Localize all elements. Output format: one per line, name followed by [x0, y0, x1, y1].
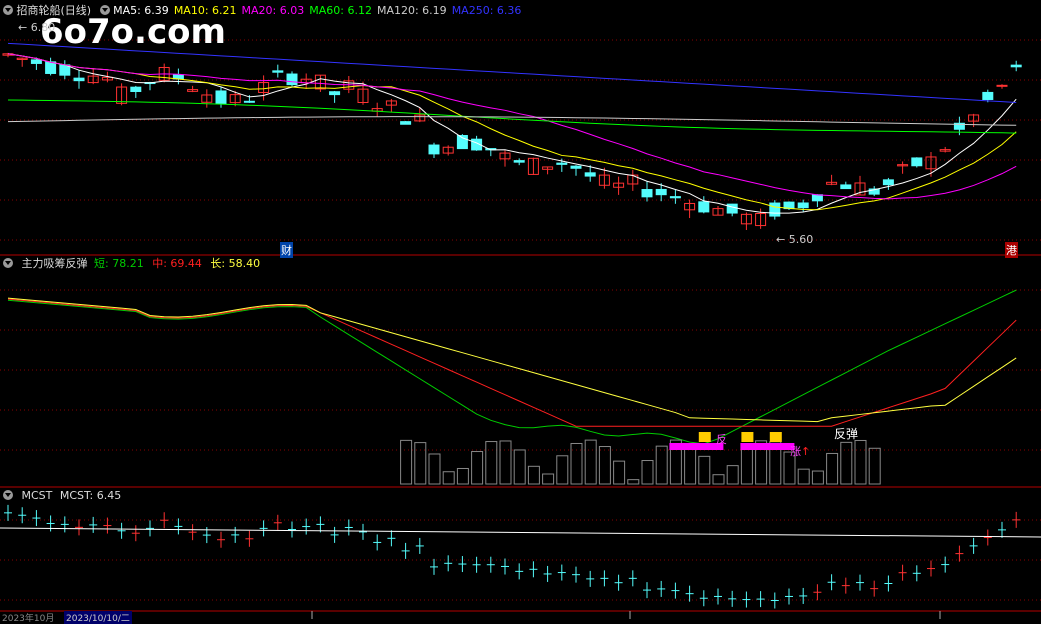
accumulation-bar	[584, 439, 597, 485]
main-legend: 招商轮船(日线) MA5: 6.39 MA10: 6.21 MA20: 6.03 MA…	[3, 4, 531, 18]
accumulation-bar	[428, 453, 441, 485]
accumulation-bar	[726, 465, 739, 485]
ma-legend-item: MA5: 6.39	[113, 4, 169, 17]
candle-body	[130, 86, 142, 93]
candle-body	[769, 202, 781, 217]
candle-body	[30, 59, 42, 64]
accumulation-bar	[868, 447, 881, 485]
indicator-long-line	[7, 297, 1017, 423]
candle-body	[641, 189, 653, 198]
mcst-name: MCST	[21, 489, 53, 502]
accumulation-bar	[641, 460, 654, 485]
ma-menu-icon[interactable]	[99, 5, 110, 15]
candle-body	[513, 160, 525, 163]
candle-body	[428, 144, 440, 155]
ma-legend-item: MA250: 6.36	[451, 4, 522, 17]
candle-body	[329, 91, 341, 96]
low-price-label: ← 5.60	[776, 233, 814, 246]
accumulation-bar	[542, 473, 555, 485]
candle-body	[73, 77, 85, 82]
accumulation-bar	[698, 455, 711, 485]
financial-report-marker[interactable]: 财	[280, 242, 293, 258]
high-price-label: ← 6.80	[18, 21, 56, 34]
candle-body	[797, 202, 809, 209]
candle-body	[698, 201, 710, 213]
accumulation-bar	[826, 452, 839, 485]
accumulation-bar	[513, 449, 526, 485]
candle-body	[669, 196, 681, 199]
candle-body	[840, 184, 852, 190]
signal-gold-block	[698, 432, 711, 442]
indicator-long: 长: 58.40	[210, 257, 261, 270]
indicator-mid: 中: 69.44	[152, 257, 202, 270]
accumulation-bar	[499, 440, 512, 485]
signal-gold-block	[741, 432, 754, 442]
candle-body	[400, 121, 412, 125]
accumulation-bar	[527, 465, 540, 485]
ma-legend-item: MA120: 6.19	[376, 4, 447, 17]
accumulation-bar	[556, 455, 569, 485]
candle-body	[286, 73, 298, 86]
rebound-annotation: 反弹	[834, 427, 859, 441]
candle-body	[272, 70, 284, 73]
candle-body	[811, 194, 823, 202]
accumulation-bar	[414, 442, 427, 485]
candle-body	[655, 188, 667, 196]
candle-body	[911, 157, 923, 167]
candle-body	[1010, 64, 1022, 68]
signal-gold-block	[769, 432, 782, 442]
candle-body	[584, 172, 596, 177]
watermark: 6o7o.com	[40, 12, 226, 52]
candle-body	[215, 90, 227, 105]
mcst-menu-icon[interactable]	[3, 490, 13, 500]
mcst-line	[0, 527, 1041, 538]
indicator-menu-icon[interactable]	[3, 258, 13, 268]
rise-signal: 涨↑	[790, 445, 811, 458]
rebound-signal-small: 反	[716, 433, 727, 446]
accumulation-bar	[655, 445, 668, 485]
mcst-value: MCST: 6.45	[59, 489, 122, 502]
accumulation-bar	[627, 479, 640, 485]
ma-legend: MA5: 6.39 MA10: 6.21 MA20: 6.03 MA60: 6.12 M…	[113, 4, 526, 17]
date-axis-cursor-label: 2023/10/10/二	[64, 611, 132, 624]
candle-body	[726, 203, 738, 214]
accumulation-bar	[456, 467, 469, 485]
indicator-short: 短: 78.21	[94, 257, 144, 270]
accumulation-bar	[400, 439, 413, 485]
candle-body	[243, 100, 255, 103]
ma120-line	[7, 116, 1017, 126]
accumulation-bar	[840, 441, 853, 485]
accumulation-bar	[442, 471, 455, 485]
accumulation-bar	[613, 460, 626, 485]
chart-canvas[interactable]	[0, 0, 1041, 619]
candle-body	[570, 165, 582, 169]
accumulation-bar	[712, 474, 725, 485]
ma60-line	[7, 99, 1017, 134]
ma-legend-item: MA20: 6.03	[241, 4, 305, 17]
accumulation-bar	[740, 448, 753, 485]
date-axis-label-1: 2023年10月	[2, 614, 55, 624]
accumulation-bar	[797, 468, 810, 485]
panel-menu-icon[interactable]	[3, 5, 13, 15]
ma-legend-item: MA10: 6.21	[173, 4, 237, 17]
accumulation-bar	[471, 451, 484, 485]
stock-name: 招商轮船(日线)	[16, 4, 92, 17]
signal-magenta-bar	[740, 443, 795, 450]
accumulation-bar	[811, 470, 824, 485]
hk-connect-marker[interactable]: 港	[1005, 242, 1018, 258]
accumulation-bar	[854, 439, 867, 485]
ma-legend-item: MA60: 6.12	[309, 4, 372, 17]
mcst-legend: MCST MCST: 6.45	[3, 489, 126, 503]
indicator-name: 主力吸筹反弹	[21, 257, 88, 270]
accumulation-bar	[485, 441, 498, 485]
candle-body	[982, 91, 994, 100]
candle-body	[882, 179, 894, 186]
candle-body	[556, 162, 568, 165]
candle-body	[996, 84, 1008, 87]
candle-body	[45, 61, 57, 74]
accumulation-bar	[598, 446, 611, 485]
indicator-legend: 主力吸筹反弹 短: 78.21 中: 69.44 长: 58.40	[3, 257, 265, 271]
